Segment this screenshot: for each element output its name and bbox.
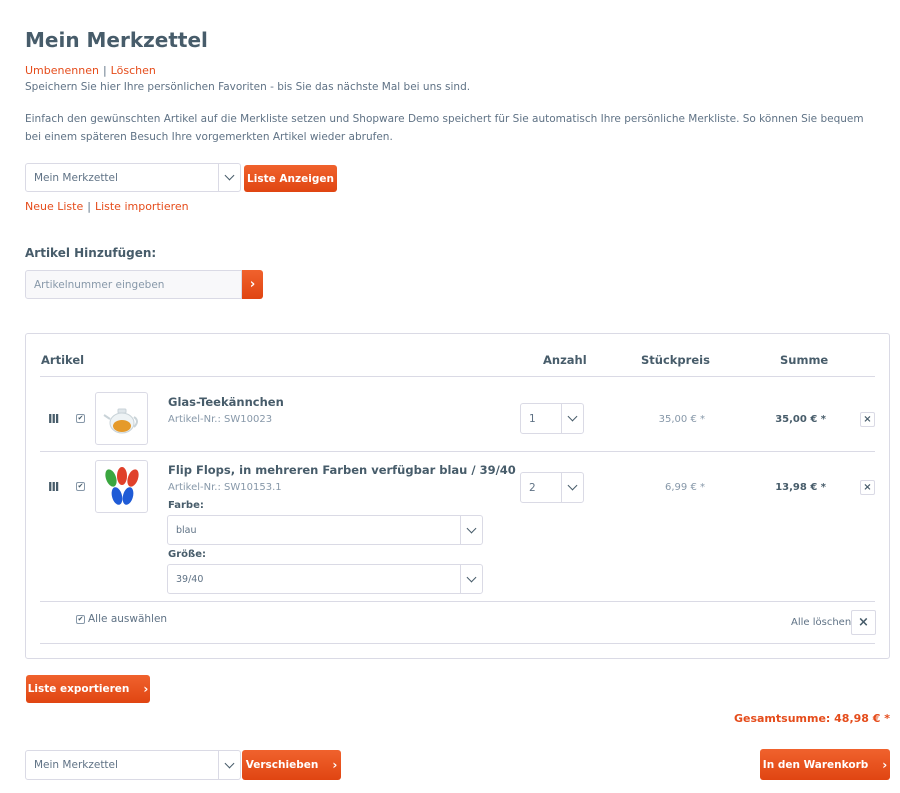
total-sum: Gesamtsumme: 48,98 € * (733, 712, 890, 725)
column-header-unit-price: Stückpreis (641, 353, 710, 367)
chevron-down-icon (218, 751, 240, 779)
quantity-value: 2 (529, 481, 536, 494)
product-number: Artikel-Nr.: SW10153.1 (168, 482, 282, 493)
unit-price: 35,00 € * (658, 414, 705, 425)
quantity-select[interactable]: 2 (520, 472, 584, 503)
delete-list-link[interactable]: Löschen (111, 64, 156, 77)
article-number-input[interactable]: Artikelnummer eingeben (25, 270, 242, 299)
flip-flops-image (104, 466, 139, 505)
select-all-checkbox[interactable]: ✔ (76, 615, 85, 624)
move-list-select-value: Mein Merkzettel (34, 759, 118, 771)
row-checkbox[interactable]: ✔ (76, 482, 85, 491)
wishlist-table (25, 333, 890, 659)
add-to-cart-label: In den Warenkorb (762, 758, 869, 771)
import-list-link[interactable]: Liste importieren (95, 200, 189, 213)
divider (40, 643, 875, 644)
color-value: blau (176, 524, 197, 536)
export-list-label: Liste exportieren (27, 683, 130, 695)
list-actions: Umbenennen | Löschen (25, 64, 156, 77)
list-links: Neue Liste | Liste importieren (25, 200, 189, 213)
add-article-heading: Artikel Hinzufügen: (25, 246, 157, 260)
move-list-select[interactable]: Mein Merkzettel (25, 750, 241, 780)
size-select[interactable]: 39/40 (167, 564, 483, 594)
quantity-select[interactable]: 1 (520, 403, 584, 434)
chevron-down-icon (218, 164, 240, 191)
chevron-down-icon (460, 565, 482, 593)
list-select-value: Mein Merkzettel (34, 171, 118, 184)
chevron-right-icon: › (882, 757, 888, 772)
select-all-label[interactable]: Alle auswählen (88, 613, 167, 625)
chevron-down-icon (561, 473, 583, 502)
row-sum: 35,00 € * (775, 414, 826, 425)
separator: | (87, 200, 91, 213)
rename-link[interactable]: Umbenennen (25, 64, 99, 77)
product-thumbnail[interactable] (95, 460, 148, 513)
chevron-down-icon (460, 516, 482, 544)
divider (40, 451, 875, 452)
unit-price: 6,99 € * (665, 482, 705, 493)
color-select[interactable]: blau (167, 515, 483, 545)
new-list-link[interactable]: Neue Liste (25, 200, 83, 213)
page-description: Einfach den gewünschten Artikel auf die … (25, 113, 864, 143)
column-header-sum: Summe (780, 353, 829, 367)
color-label: Farbe: (168, 500, 204, 511)
separator: | (102, 64, 107, 77)
drag-handle-icon[interactable]: III (48, 412, 59, 426)
chevron-down-icon (561, 404, 583, 433)
remove-item-button[interactable]: × (860, 480, 875, 495)
page-title: Mein Merkzettel (25, 28, 208, 52)
divider (40, 376, 875, 377)
show-list-button[interactable]: Liste Anzeigen (244, 165, 337, 192)
product-name[interactable]: Flip Flops, in mehreren Farben verfügbar… (168, 463, 516, 477)
chevron-right-icon: › (143, 682, 149, 696)
page-subtitle: Speichern Sie hier Ihre persönlichen Fav… (25, 81, 471, 93)
row-sum: 13,98 € * (775, 482, 826, 493)
teapot-image (102, 408, 138, 433)
drag-handle-icon[interactable]: III (48, 480, 59, 494)
column-header-quantity: Anzahl (543, 353, 587, 367)
row-checkbox[interactable]: ✔ (76, 414, 85, 423)
list-select[interactable]: Mein Merkzettel (25, 163, 241, 192)
product-name[interactable]: Glas-Teekännchen (168, 395, 284, 409)
chevron-right-icon: › (332, 758, 338, 772)
divider (40, 601, 875, 602)
size-label: Größe: (168, 549, 206, 560)
add-article-button[interactable]: › (242, 270, 263, 299)
product-number: Artikel-Nr.: SW10023 (168, 414, 273, 425)
add-to-cart-button[interactable]: In den Warenkorb › (760, 749, 890, 780)
move-button[interactable]: Verschieben › (242, 750, 341, 780)
remove-item-button[interactable]: × (860, 412, 875, 427)
product-thumbnail[interactable] (95, 392, 148, 445)
column-header-article: Artikel (41, 353, 85, 367)
delete-all-button[interactable]: × (851, 610, 876, 635)
quantity-value: 1 (529, 412, 536, 425)
move-button-label: Verschieben (245, 759, 319, 771)
export-list-button[interactable]: Liste exportieren › (26, 675, 150, 703)
size-value: 39/40 (176, 573, 204, 585)
delete-all-label[interactable]: Alle löschen (791, 617, 851, 628)
